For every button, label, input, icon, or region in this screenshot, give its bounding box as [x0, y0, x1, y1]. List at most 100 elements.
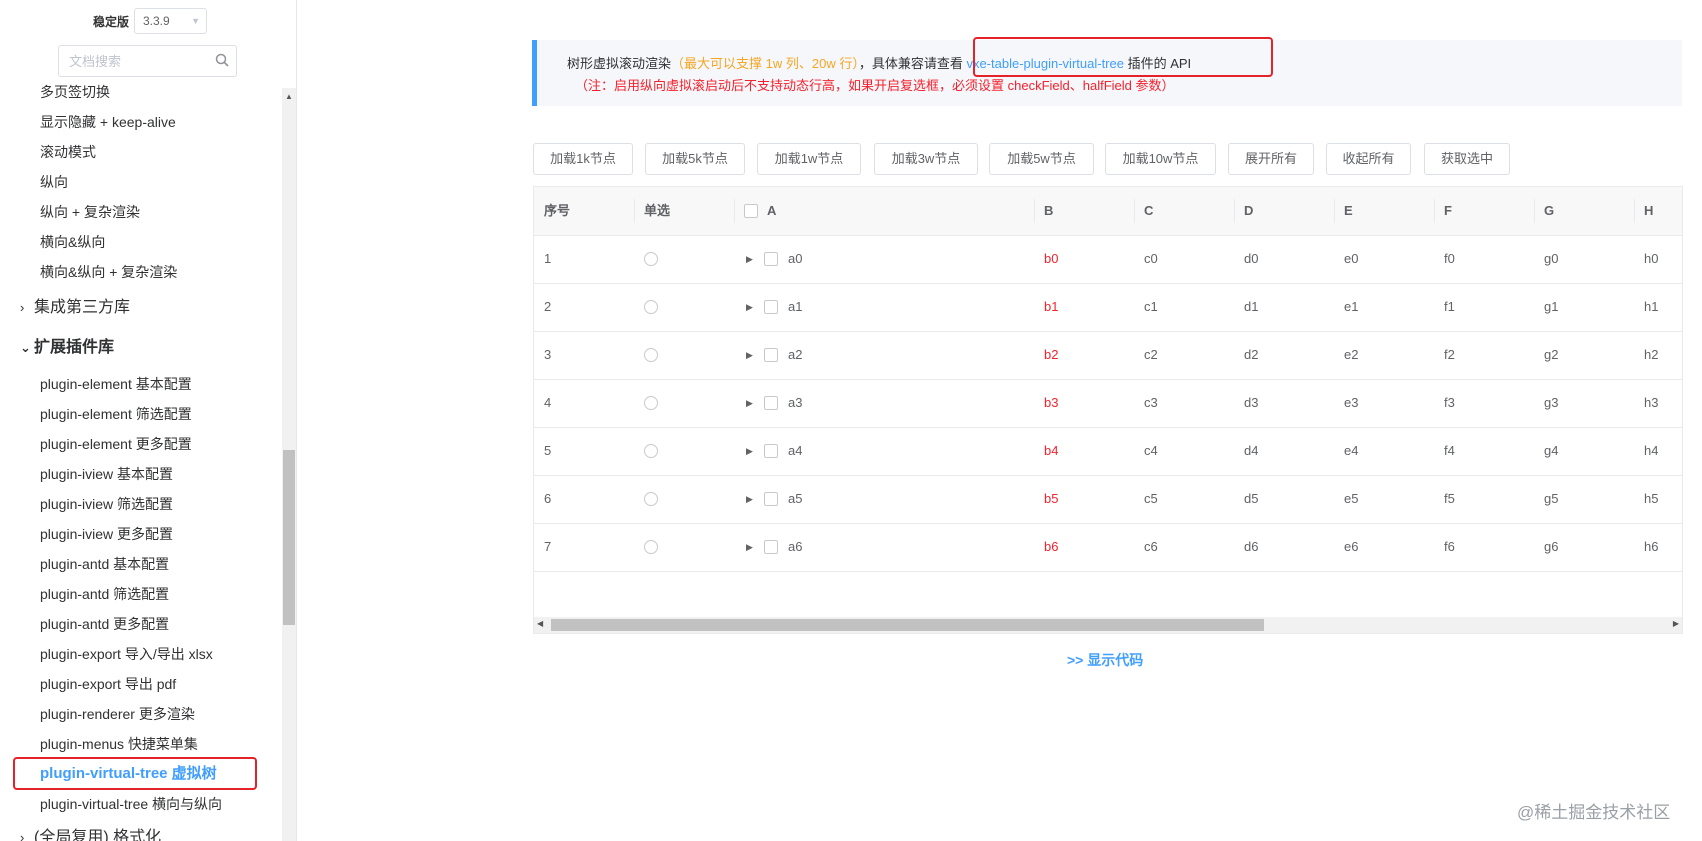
row-checkbox[interactable]: [764, 396, 778, 410]
load-3w-button[interactable]: 加载3w节点: [874, 143, 978, 175]
sidebar-item[interactable]: 纵向 + 复杂渲染: [40, 202, 140, 222]
sidebar-item[interactable]: plugin-iview 筛选配置: [40, 494, 173, 514]
version-value: 3.3.9: [143, 14, 170, 28]
row-radio[interactable]: [644, 348, 658, 362]
expand-arrow-icon[interactable]: ▶: [746, 235, 753, 283]
sidebar-item[interactable]: plugin-virtual-tree 横向与纵向: [40, 794, 222, 814]
cell-e: e4: [1344, 443, 1359, 458]
cell-h: h5: [1644, 491, 1659, 506]
sidebar-item[interactable]: plugin-antd 筛选配置: [40, 584, 169, 604]
expand-arrow-icon[interactable]: ▶: [746, 427, 753, 475]
sidebar-group-third-party[interactable]: › 集成第三方库: [20, 297, 130, 319]
sidebar-item[interactable]: 显示隐藏 + keep-alive: [40, 112, 176, 132]
scroll-left-icon[interactable]: ◀: [537, 619, 543, 628]
cell-f: f3: [1444, 395, 1455, 410]
sidebar-item[interactable]: plugin-antd 基本配置: [40, 554, 169, 574]
collapse-all-button[interactable]: 收起所有: [1326, 143, 1411, 175]
cell-a: a0: [788, 251, 803, 266]
cell-a: a5: [788, 491, 803, 506]
sidebar-scrollbar[interactable]: ▲: [282, 88, 296, 841]
sidebar-item[interactable]: 纵向: [40, 172, 68, 192]
row-radio[interactable]: [644, 444, 658, 458]
row-radio[interactable]: [644, 300, 658, 314]
scrollbar-thumb[interactable]: [283, 450, 295, 625]
scroll-up-icon[interactable]: ▲: [285, 92, 293, 101]
load-10w-button[interactable]: 加载10w节点: [1105, 143, 1216, 175]
sidebar-item[interactable]: plugin-renderer 更多渲染: [40, 704, 195, 724]
table-row[interactable]: 2 ▶ a1 b1 c1 d1 e1 f1 g1 h1: [534, 283, 1682, 332]
sidebar-group-global[interactable]: › (全局复用) 格式化: [20, 827, 161, 841]
table-row[interactable]: 6 ▶ a5 b5 c5 d5 e5 f5 g5 h5: [534, 475, 1682, 524]
sidebar-item[interactable]: 多页签切换: [40, 82, 110, 102]
column-header-h: H: [1644, 203, 1654, 218]
cell-d: d3: [1244, 395, 1259, 410]
cell-g: g6: [1544, 539, 1559, 554]
show-code-link[interactable]: >> 显示代码: [1067, 650, 1143, 670]
table-row[interactable]: 7 ▶ a6 b6 c6 d6 e6 f6 g6 h6: [534, 523, 1682, 572]
load-5k-button[interactable]: 加载5k节点: [645, 143, 745, 175]
cell-a: a6: [788, 539, 803, 554]
column-divider: [734, 199, 735, 223]
row-radio[interactable]: [644, 540, 658, 554]
sidebar-item[interactable]: 横向&纵向: [40, 232, 105, 252]
load-1w-button[interactable]: 加载1w节点: [757, 143, 861, 175]
expand-arrow-icon[interactable]: ▶: [746, 475, 753, 523]
scrollbar-thumb[interactable]: [551, 619, 1264, 631]
row-checkbox[interactable]: [764, 348, 778, 362]
table-row[interactable]: 1 ▶ a0 b0 c0 d0 e0 f0 g0 h0: [534, 235, 1682, 284]
row-radio[interactable]: [644, 252, 658, 266]
column-divider: [1334, 199, 1335, 223]
table-row[interactable]: 3 ▶ a2 b2 c2 d2 e2 f2 g2 h2: [534, 331, 1682, 380]
table-row[interactable]: 4 ▶ a3 b3 c3 d3 e3 f3 g3 h3: [534, 379, 1682, 428]
expand-all-button[interactable]: 展开所有: [1228, 143, 1314, 175]
expand-arrow-icon[interactable]: ▶: [746, 331, 753, 379]
sidebar-item[interactable]: plugin-iview 基本配置: [40, 464, 173, 484]
cell-seq: 6: [544, 491, 552, 506]
scroll-right-icon[interactable]: ▶: [1673, 619, 1679, 628]
horizontal-scrollbar[interactable]: ◀ ▶: [534, 617, 1682, 633]
tip-text: 树形虚拟滚动渲染: [567, 56, 672, 71]
watermark: @稀土掘金技术社区: [1517, 803, 1671, 822]
sidebar-item[interactable]: 滚动模式: [40, 142, 96, 162]
sidebar-item[interactable]: plugin-element 筛选配置: [40, 404, 192, 424]
expand-arrow-icon[interactable]: ▶: [746, 379, 753, 427]
version-row: 稳定版 3.3.9 ▼: [0, 8, 280, 34]
row-checkbox[interactable]: [764, 444, 778, 458]
sidebar-item[interactable]: plugin-antd 更多配置: [40, 614, 169, 634]
cell-seq: 7: [544, 539, 552, 554]
sidebar-group-plugins[interactable]: ⌄ 扩展插件库: [20, 337, 114, 359]
load-1k-button[interactable]: 加载1k节点: [533, 143, 633, 175]
sidebar-item[interactable]: plugin-export 导出 pdf: [40, 674, 176, 694]
cell-e: e6: [1344, 539, 1359, 554]
row-radio[interactable]: [644, 492, 658, 506]
load-5w-button[interactable]: 加载5w节点: [989, 143, 1094, 175]
row-radio[interactable]: [644, 396, 658, 410]
expand-arrow-icon[interactable]: ▶: [746, 283, 753, 331]
column-header-a: A: [767, 203, 777, 218]
row-checkbox[interactable]: [764, 540, 778, 554]
sidebar-item[interactable]: plugin-menus 快捷菜单集: [40, 734, 198, 754]
sidebar-item[interactable]: plugin-export 导入/导出 xlsx: [40, 644, 213, 664]
cell-d: d4: [1244, 443, 1259, 458]
sidebar-item[interactable]: plugin-element 更多配置: [40, 434, 192, 454]
search-icon[interactable]: [215, 53, 229, 72]
cell-h: h4: [1644, 443, 1659, 458]
cell-c: c5: [1144, 491, 1158, 506]
row-checkbox[interactable]: [764, 252, 778, 266]
sidebar-item[interactable]: plugin-element 基本配置: [40, 374, 192, 394]
sidebar-item[interactable]: 横向&纵向 + 复杂渲染: [40, 262, 177, 282]
column-header-g: G: [1544, 203, 1555, 218]
table-row[interactable]: 5 ▶ a4 b4 c4 d4 e4 f4 g4 h4: [534, 427, 1682, 476]
column-divider: [1034, 199, 1035, 223]
cell-b: b1: [1044, 299, 1059, 314]
search-input[interactable]: [67, 46, 211, 76]
cell-c: c6: [1144, 539, 1158, 554]
row-checkbox[interactable]: [764, 300, 778, 314]
version-select[interactable]: 3.3.9 ▼: [134, 8, 207, 34]
select-all-checkbox[interactable]: [744, 204, 758, 218]
get-selected-button[interactable]: 获取选中: [1424, 143, 1510, 175]
sidebar-item[interactable]: plugin-iview 更多配置: [40, 524, 173, 544]
sidebar: 稳定版 3.3.9 ▼ 多页签切换 显示隐藏 + keep-alive 滚动模式…: [0, 0, 297, 841]
expand-arrow-icon[interactable]: ▶: [746, 523, 753, 571]
row-checkbox[interactable]: [764, 492, 778, 506]
